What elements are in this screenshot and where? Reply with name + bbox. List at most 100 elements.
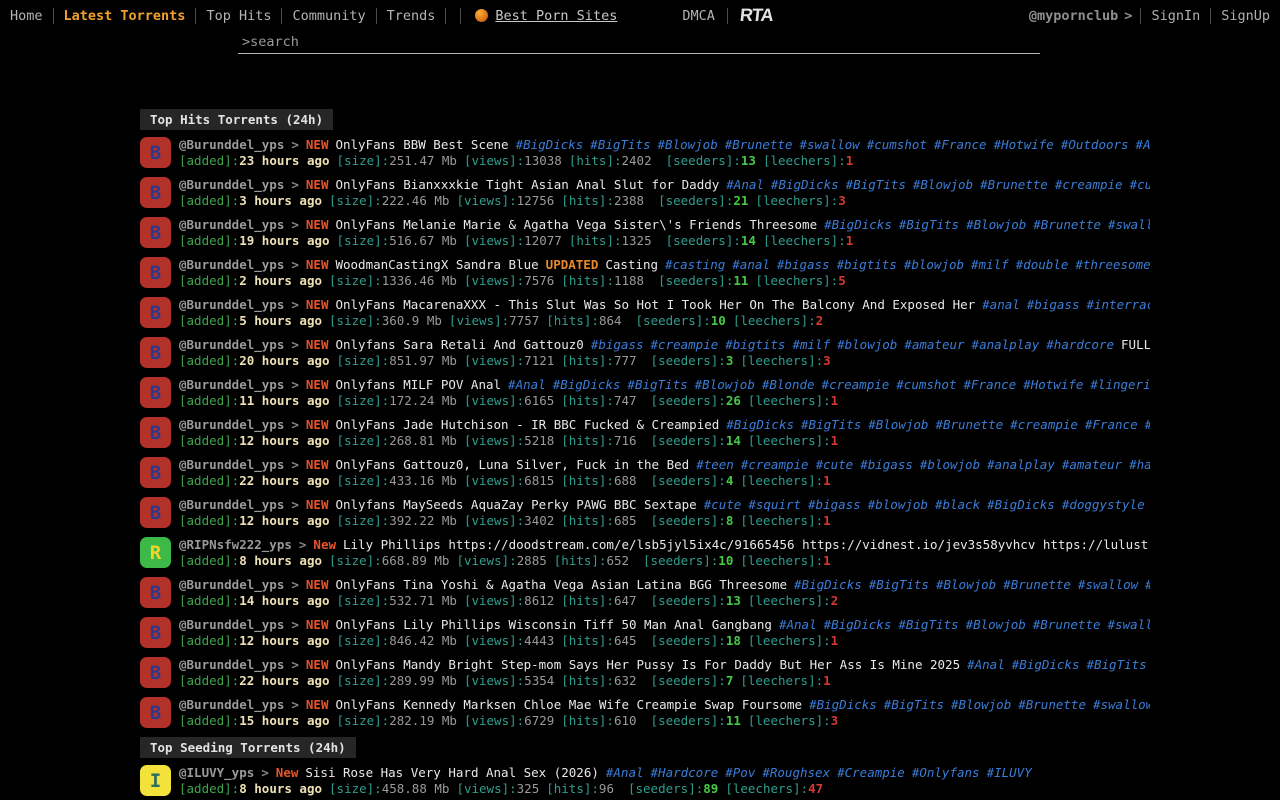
- tag-link[interactable]: #BigDicks: [553, 377, 621, 392]
- torrent-title-link[interactable]: Sisi Rose Has Very Hard Anal Sex (2026): [305, 765, 599, 780]
- tag-link[interactable]: #Creampie: [837, 765, 905, 780]
- torrent-title-link[interactable]: OnlyFans Lily Phillips Wisconsin Tiff 50…: [335, 617, 772, 632]
- tag-link[interactable]: #analplay: [972, 337, 1040, 352]
- user-avatar[interactable]: B: [140, 457, 171, 488]
- tag-link[interactable]: #bigass: [1027, 297, 1080, 312]
- tag-link[interactable]: #blowjob: [904, 257, 964, 272]
- tag-link[interactable]: #blowjob: [920, 457, 980, 472]
- tag-link[interactable]: #swallow: [799, 137, 859, 152]
- tag-link[interactable]: #Brunette: [725, 137, 793, 152]
- tag-link[interactable]: #cu…: [1130, 177, 1150, 192]
- tag-link[interactable]: #Blowjob: [966, 617, 1026, 632]
- search-input[interactable]: [238, 32, 1040, 53]
- tag-link[interactable]: #BigDicks: [824, 217, 892, 232]
- tag-link[interactable]: #swall…: [1108, 617, 1150, 632]
- user-avatar[interactable]: B: [140, 497, 171, 528]
- tag-link[interactable]: #BigTits: [898, 617, 958, 632]
- tag-link[interactable]: #milf: [971, 257, 1009, 272]
- nav-item-latest-torrents[interactable]: Latest Torrents: [54, 8, 196, 24]
- tag-link[interactable]: #BigTits: [899, 217, 959, 232]
- tag-link[interactable]: #Blowjob: [966, 217, 1026, 232]
- tag-link[interactable]: #A…: [1136, 137, 1150, 152]
- tag-link[interactable]: #BigDicks: [771, 177, 839, 192]
- tag-link[interactable]: #black: [935, 497, 980, 512]
- user-avatar[interactable]: B: [140, 217, 171, 248]
- tag-link[interactable]: #bigtits: [837, 257, 897, 272]
- user-avatar[interactable]: B: [140, 137, 171, 168]
- tag-link[interactable]: #swall…: [1108, 217, 1150, 232]
- tag-link[interactable]: #BigTits: [846, 177, 906, 192]
- tag-link[interactable]: #ha…: [1129, 457, 1150, 472]
- username-link[interactable]: @Burunddel_yps: [179, 497, 284, 512]
- tag-link[interactable]: #Blowjob: [936, 577, 996, 592]
- username-link[interactable]: @Burunddel_yps: [179, 297, 284, 312]
- tag-link[interactable]: #France: [1085, 417, 1138, 432]
- tag-link[interactable]: #bigass: [777, 257, 830, 272]
- tag-link[interactable]: #…: [1145, 577, 1150, 592]
- tag-link[interactable]: #BigDicks: [1012, 657, 1080, 672]
- tag-link[interactable]: #creampie: [822, 377, 890, 392]
- tag-link[interactable]: #Blowjob: [695, 377, 755, 392]
- tag-link[interactable]: #cumshot: [867, 137, 927, 152]
- tag-link[interactable]: #Brunette: [1033, 617, 1101, 632]
- username-link[interactable]: @Burunddel_yps: [179, 697, 284, 712]
- tag-link[interactable]: #interrac…: [1086, 297, 1150, 312]
- tag-link[interactable]: #milf: [792, 337, 830, 352]
- tag-link[interactable]: #BigTits: [884, 697, 944, 712]
- username-link[interactable]: @Burunddel_yps: [179, 657, 284, 672]
- tag-link[interactable]: #Anal: [967, 657, 1005, 672]
- signin-link[interactable]: SignIn: [1141, 8, 1210, 24]
- username-link[interactable]: @Burunddel_yps: [179, 217, 284, 232]
- username-link[interactable]: @Burunddel_yps: [179, 577, 284, 592]
- tag-link[interactable]: #Hotwife: [1023, 377, 1083, 392]
- torrent-title-link[interactable]: Onlyfans MILF POV Anal: [335, 377, 501, 392]
- user-avatar[interactable]: B: [140, 377, 171, 408]
- tag-link[interactable]: #Pov: [725, 765, 755, 780]
- tag-link[interactable]: #Anal: [606, 765, 644, 780]
- nav-item-trends[interactable]: Trends: [377, 8, 446, 24]
- username-link[interactable]: @Burunddel_yps: [179, 257, 284, 272]
- tag-link[interactable]: #creampie: [741, 457, 809, 472]
- tag-link[interactable]: #Roughsex: [762, 765, 830, 780]
- user-avatar[interactable]: B: [140, 337, 171, 368]
- tag-link[interactable]: #squirt: [748, 497, 801, 512]
- user-avatar[interactable]: B: [140, 617, 171, 648]
- tag-link[interactable]: #ILUVY: [987, 765, 1032, 780]
- user-avatar[interactable]: R: [140, 537, 171, 568]
- tag-link[interactable]: #BigTits: [801, 417, 861, 432]
- user-avatar[interactable]: B: [140, 257, 171, 288]
- tag-link[interactable]: #casting: [665, 257, 725, 272]
- tag-link[interactable]: #creampie: [651, 337, 719, 352]
- torrent-title-link[interactable]: OnlyFans MacarenaXXX - This Slut Was So …: [335, 297, 975, 312]
- tag-link[interactable]: #Brunette: [935, 417, 1003, 432]
- username-link[interactable]: @ILUVY_yps: [179, 765, 254, 780]
- torrent-title-link[interactable]: Onlyfans Sara Retali And Gattouz0: [335, 337, 583, 352]
- tag-link[interactable]: #hardcore: [1046, 337, 1114, 352]
- user-avatar[interactable]: B: [140, 577, 171, 608]
- tag-link[interactable]: #BigDicks: [809, 697, 877, 712]
- tag-link[interactable]: #teen: [696, 457, 734, 472]
- tag-link[interactable]: #BigTits: [869, 577, 929, 592]
- username-link[interactable]: @Burunddel_yps: [179, 457, 284, 472]
- tag-link[interactable]: #BigDicks: [516, 137, 584, 152]
- username-link[interactable]: @RIPNsfw222_yps: [179, 537, 292, 552]
- user-avatar[interactable]: B: [140, 177, 171, 208]
- tag-link[interactable]: #Hardcore: [651, 765, 719, 780]
- tag-link[interactable]: #BigDicks: [824, 617, 892, 632]
- tag-link[interactable]: #threesome…: [1075, 257, 1150, 272]
- tag-link[interactable]: #BigDicks: [794, 577, 862, 592]
- torrent-title-link[interactable]: Lily Phillips https://doodstream.com/e/l…: [343, 537, 1150, 552]
- dmca-link[interactable]: DMCA: [672, 8, 727, 24]
- tag-link[interactable]: #swallow…: [1093, 697, 1150, 712]
- tag-link[interactable]: #Brunette: [1033, 217, 1101, 232]
- nav-item-community[interactable]: Community: [282, 8, 375, 24]
- user-avatar[interactable]: I: [140, 765, 171, 796]
- torrent-title-link[interactable]: Onlyfans MaySeeds AquaZay Perky PAWG BBC…: [335, 497, 696, 512]
- tag-link[interactable]: #France: [934, 137, 987, 152]
- torrent-title-link-2[interactable]: Casting: [605, 257, 658, 272]
- tag-link[interactable]: #creampie: [1055, 177, 1123, 192]
- tag-link[interactable]: #bigtits: [725, 337, 785, 352]
- tag-link[interactable]: #Anal: [726, 177, 764, 192]
- tag-link[interactable]: #Hotwife: [994, 137, 1054, 152]
- user-avatar[interactable]: B: [140, 657, 171, 688]
